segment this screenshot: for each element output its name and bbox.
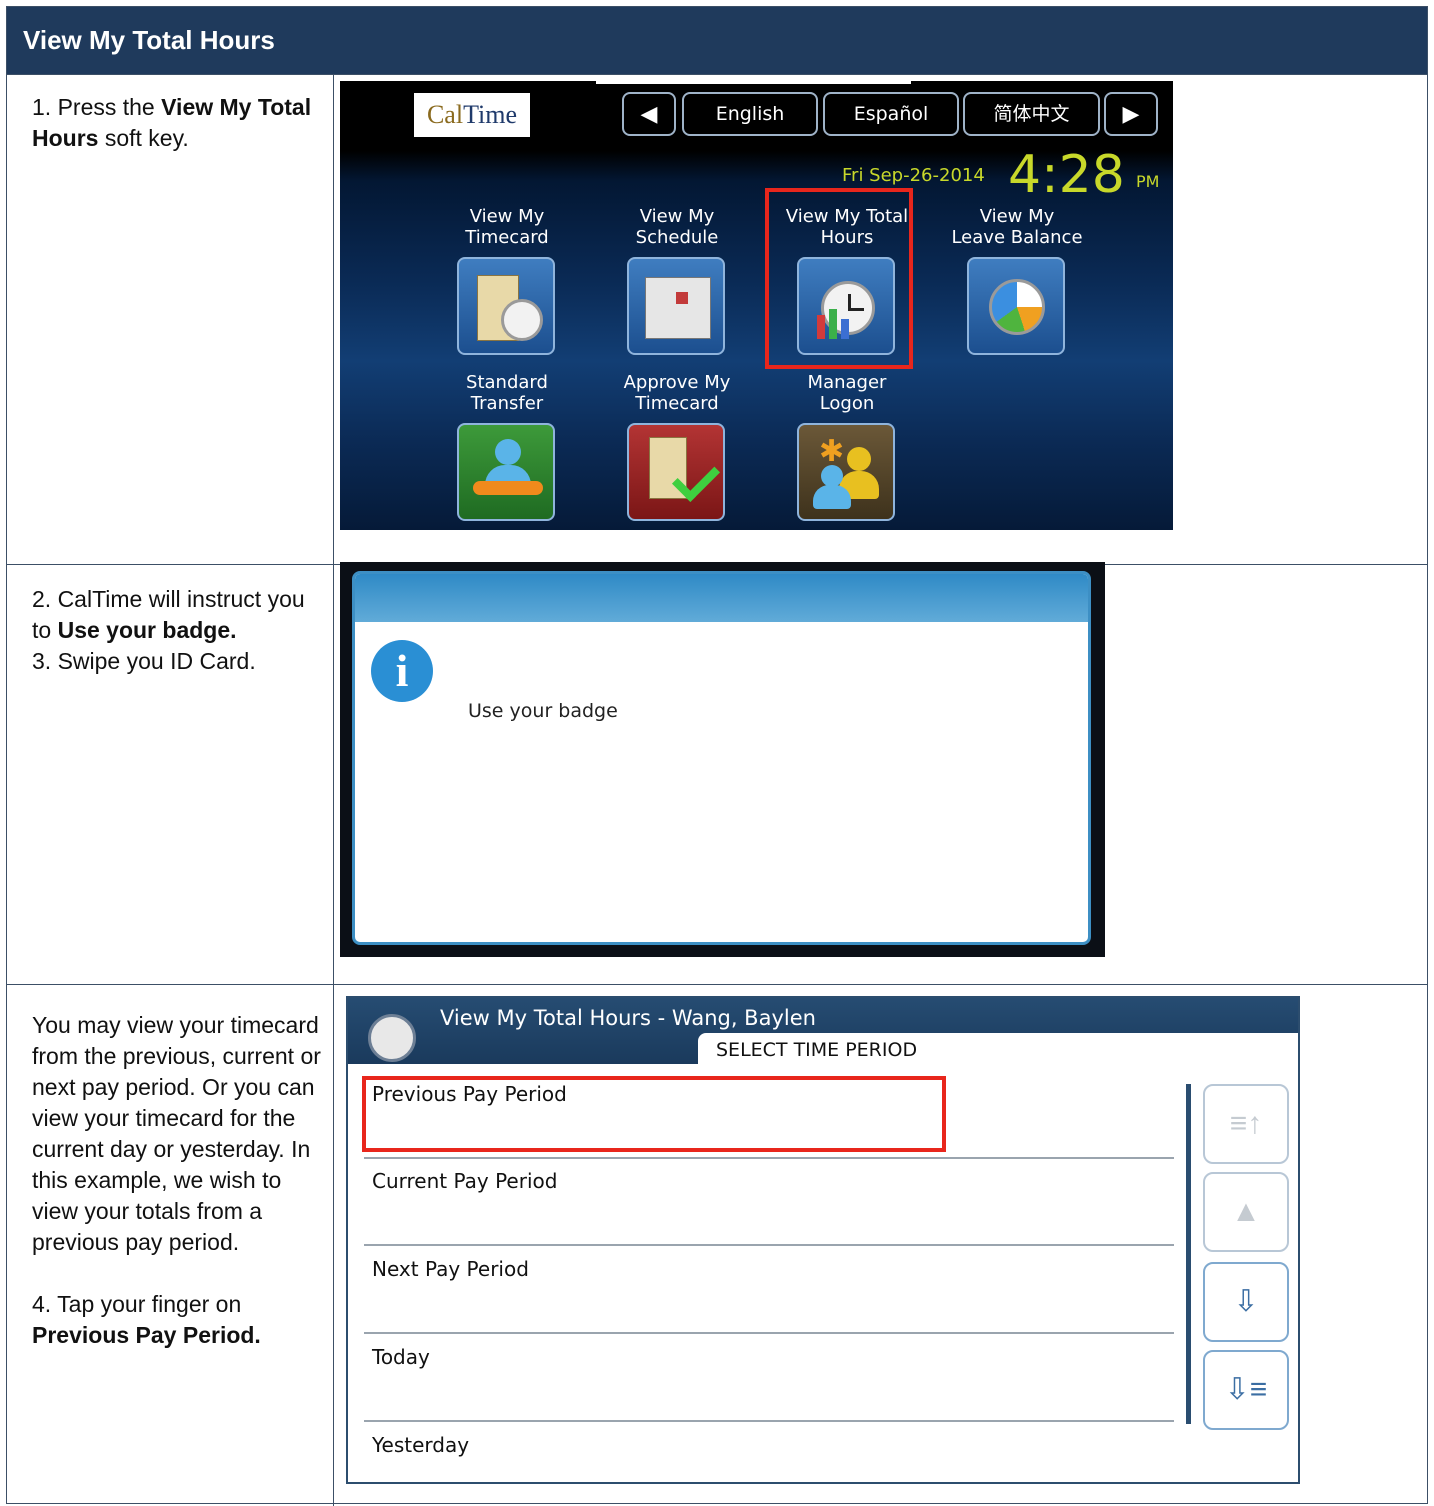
highlight-box [765, 188, 913, 369]
scroll-up-button[interactable]: ▲ [1203, 1172, 1289, 1252]
scrollbar[interactable] [1186, 1084, 1191, 1424]
tile-label-view-schedule: View My Schedule [635, 206, 719, 248]
leave-balance-tile[interactable] [967, 257, 1065, 355]
right-arrow-button[interactable]: ▶ [1104, 92, 1158, 136]
tile-label-view-timecard: View My Timecard [465, 206, 549, 248]
step-4-key: Previous Pay Period. [32, 1322, 261, 1348]
list-item-today[interactable]: Today [364, 1335, 1174, 1422]
approve-timecard-tile[interactable] [627, 423, 725, 521]
am-pm-indicator: PM [1136, 172, 1160, 191]
page-up-button[interactable]: ≡↑ [1203, 1084, 1289, 1164]
view-schedule-tile[interactable] [627, 257, 725, 355]
left-arrow-icon: ◀ [640, 101, 658, 126]
tile-label-manager-logon: Manager Logon [807, 372, 887, 414]
step-2-key: Use your badge. [57, 617, 237, 643]
left-arrow-button[interactable]: ◀ [622, 92, 676, 136]
current-date: Fri Sep-26-2014 [842, 165, 985, 186]
top-strip [596, 81, 911, 84]
step-3-text: 3. Swipe you ID Card. [32, 648, 256, 674]
page-down-icon: ⇩≡ [1224, 1373, 1268, 1406]
page-title: View My Total Hours [7, 7, 1427, 74]
tile-label-standard-transfer: Standard Transfer [466, 372, 548, 414]
language-spanish-button[interactable]: Español [823, 92, 959, 136]
current-time: 4:28 [1008, 145, 1125, 205]
leave-balance-clock-icon [989, 279, 1045, 335]
dialog-header [355, 574, 1088, 622]
caltime-home-screen: CalTime ◀ English Español 简体中文 ▶ Fri Sep… [340, 81, 1173, 530]
step-1-prefix: 1. Press the [32, 94, 162, 120]
page-down-button[interactable]: ⇩≡ [1203, 1350, 1289, 1430]
instruction-cell: You may view your timecard from the prev… [7, 985, 334, 1506]
view-timecard-tile[interactable] [457, 257, 555, 355]
schedule-calendar-icon [645, 277, 711, 339]
info-icon: i [371, 640, 433, 702]
right-arrow-icon: ▶ [1122, 101, 1140, 126]
list-item-yesterday[interactable]: Yesterday [364, 1423, 1174, 1482]
period-explanation: You may view your timecard from the prev… [32, 1012, 321, 1255]
select-time-period-screen: View My Total Hours - Wang, Baylen SELEC… [346, 996, 1300, 1484]
step-2-text: 2. CalTime will instruct you to Use your… [32, 584, 324, 677]
down-arrow-icon: ⇩ [1233, 1285, 1259, 1318]
page-up-icon: ≡↑ [1229, 1107, 1263, 1140]
total-hours-clock-icon [368, 1014, 416, 1062]
manager-people-icon [847, 447, 871, 471]
clock-icon [501, 299, 543, 341]
list-item-next-pay-period[interactable]: Next Pay Period [364, 1247, 1174, 1334]
list-item-current-pay-period[interactable]: Current Pay Period [364, 1159, 1174, 1246]
info-dialog: i Use your badge [352, 571, 1091, 945]
instruction-cell: 1. Press the View My Total Hours soft ke… [7, 75, 334, 565]
step-1-text: 1. Press the View My Total Hours soft ke… [32, 92, 324, 154]
step-3-text: You may view your timecard from the prev… [32, 1010, 324, 1351]
scroll-down-button[interactable]: ⇩ [1203, 1262, 1289, 1342]
asterisk-icon: ✱ [819, 435, 845, 468]
dialog-message: Use your badge [468, 700, 618, 722]
language-chinese-button[interactable]: 简体中文 [963, 92, 1100, 136]
standard-transfer-tile[interactable] [457, 423, 555, 521]
screen-title: View My Total Hours - Wang, Baylen [440, 1006, 816, 1030]
instruction-cell: 2. CalTime will instruct you to Use your… [7, 565, 334, 985]
language-english-button[interactable]: English [682, 92, 818, 136]
screen-subtitle: SELECT TIME PERIOD [716, 1039, 918, 1061]
tile-label-leave-balance: View My Leave Balance [951, 206, 1083, 248]
manager-logon-tile[interactable]: ✱ [797, 423, 895, 521]
caltime-logo: CalTime [414, 93, 530, 137]
step-1-suffix: soft key. [98, 125, 189, 151]
use-badge-screen: i Use your badge [340, 562, 1105, 957]
tile-label-approve-timecard: Approve My Timecard [623, 372, 731, 414]
transfer-person-arrow-icon [495, 439, 521, 465]
highlight-box [362, 1076, 946, 1152]
up-arrow-icon: ▲ [1231, 1195, 1261, 1228]
step-4-prefix: 4. Tap your finger on [32, 1291, 242, 1317]
